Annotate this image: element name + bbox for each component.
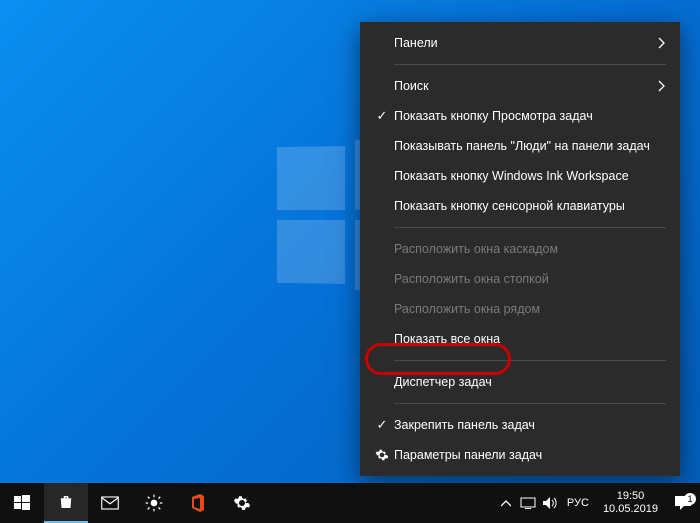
menu-label: Поиск: [394, 79, 429, 93]
menu-label: Расположить окна каскадом: [394, 242, 558, 256]
menu-separator: [394, 403, 666, 404]
menu-panels[interactable]: Панели: [360, 28, 680, 58]
menu-label: Закрепить панель задач: [394, 418, 535, 432]
menu-label: Параметры панели задач: [394, 448, 542, 462]
tray-date: 10.05.2019: [603, 503, 658, 516]
taskbar-app-settings[interactable]: [220, 483, 264, 523]
menu-show-desktop[interactable]: Показать все окна: [360, 324, 680, 354]
menu-separator: [394, 360, 666, 361]
menu-show-people[interactable]: Показывать панель "Люди" на панели задач: [360, 131, 680, 161]
tray-action-center[interactable]: 1: [666, 495, 700, 511]
menu-label: Расположить окна стопкой: [394, 272, 549, 286]
taskbar-app-store[interactable]: [44, 483, 88, 523]
chevron-right-icon: [658, 37, 666, 49]
menu-label: Показать все окна: [394, 332, 500, 346]
gear-icon: [370, 448, 394, 462]
tray-time: 19:50: [603, 490, 658, 503]
menu-label: Показать кнопку сенсорной клавиатуры: [394, 199, 625, 213]
taskbar-app-office[interactable]: [176, 483, 220, 523]
taskbar-app-mail[interactable]: [88, 483, 132, 523]
tray-volume-icon[interactable]: [539, 483, 561, 523]
desktop[interactable]: Панели Поиск ✓ Показать кнопку Просмотра…: [0, 0, 700, 523]
menu-search[interactable]: Поиск: [360, 71, 680, 101]
menu-cascade-windows: Расположить окна каскадом: [360, 234, 680, 264]
taskbar-app-weather[interactable]: [132, 483, 176, 523]
check-icon: ✓: [370, 417, 394, 433]
menu-separator: [394, 227, 666, 228]
menu-label: Панели: [394, 36, 438, 50]
check-icon: ✓: [370, 108, 394, 124]
tray-language[interactable]: РУС: [561, 497, 595, 509]
menu-separator: [394, 64, 666, 65]
menu-label: Расположить окна рядом: [394, 302, 540, 316]
chevron-right-icon: [658, 80, 666, 92]
menu-side-by-side: Расположить окна рядом: [360, 294, 680, 324]
menu-label: Показывать панель "Люди" на панели задач: [394, 139, 650, 153]
menu-taskbar-settings[interactable]: Параметры панели задач: [360, 440, 680, 470]
menu-label: Показать кнопку Просмотра задач: [394, 109, 593, 123]
menu-show-task-view[interactable]: ✓ Показать кнопку Просмотра задач: [360, 101, 680, 131]
menu-stack-windows: Расположить окна стопкой: [360, 264, 680, 294]
menu-task-manager[interactable]: Диспетчер задач: [360, 367, 680, 397]
start-button[interactable]: [0, 483, 44, 523]
tray-clock[interactable]: 19:50 10.05.2019: [595, 490, 666, 516]
taskbar-context-menu: Панели Поиск ✓ Показать кнопку Просмотра…: [360, 22, 680, 476]
menu-show-ink[interactable]: Показать кнопку Windows Ink Workspace: [360, 161, 680, 191]
menu-lock-taskbar[interactable]: ✓ Закрепить панель задач: [360, 410, 680, 440]
menu-show-touch-keyboard[interactable]: Показать кнопку сенсорной клавиатуры: [360, 191, 680, 221]
menu-label: Диспетчер задач: [394, 375, 492, 389]
taskbar[interactable]: РУС 19:50 10.05.2019 1: [0, 483, 700, 523]
tray-network-icon[interactable]: [517, 483, 539, 523]
menu-label: Показать кнопку Windows Ink Workspace: [394, 169, 629, 183]
tray-chevron-up-icon[interactable]: [495, 483, 517, 523]
notification-badge: 1: [684, 493, 696, 505]
